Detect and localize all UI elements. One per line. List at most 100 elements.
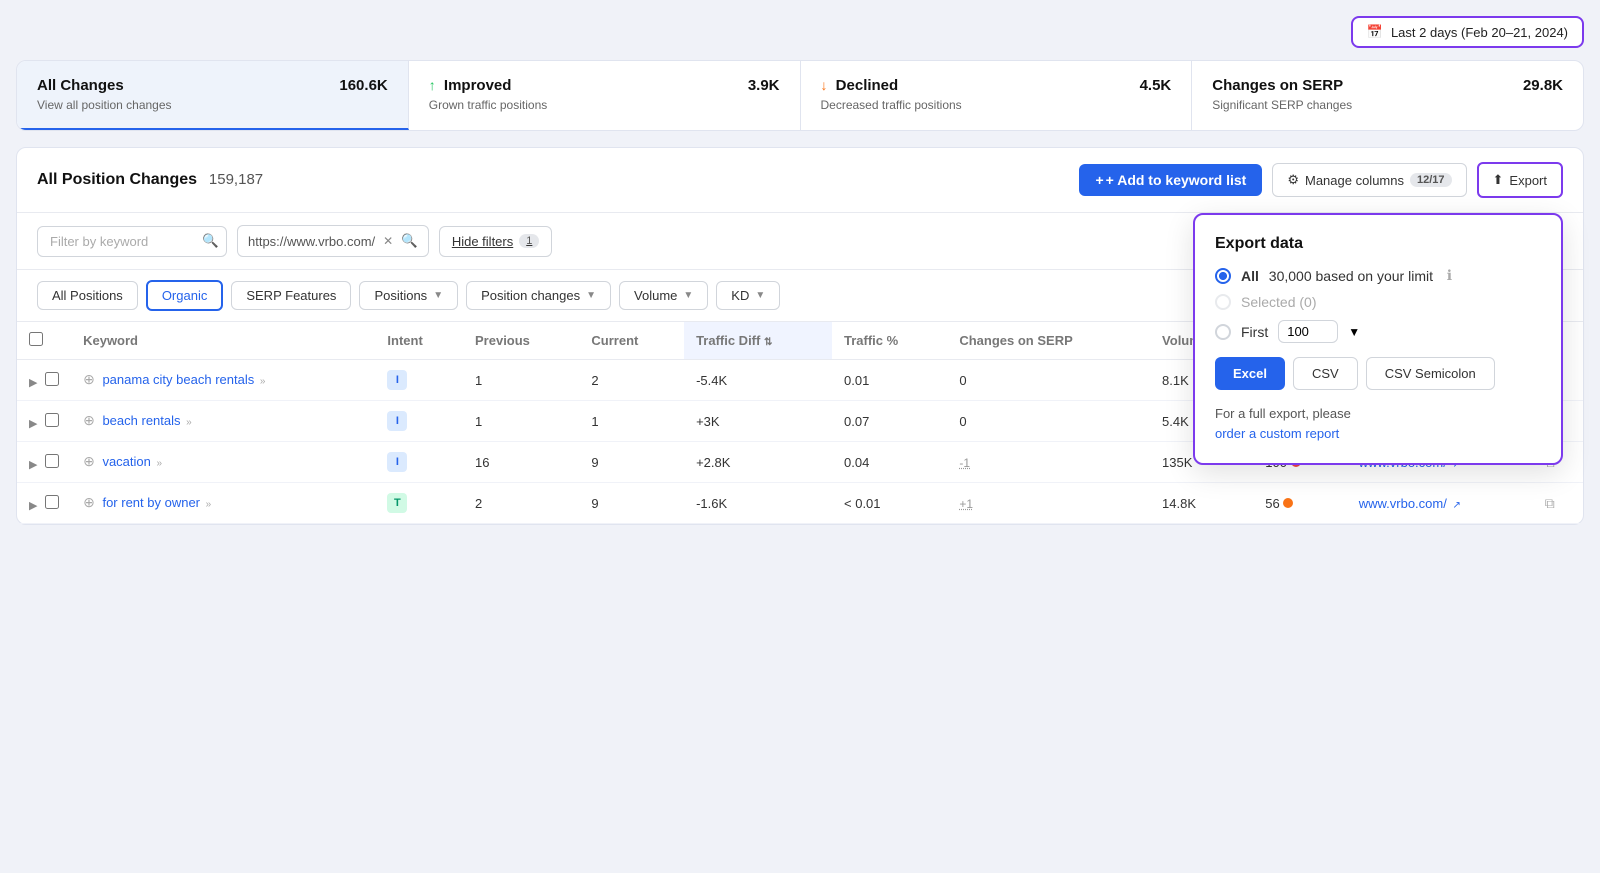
- pill-all-positions[interactable]: All Positions: [37, 281, 138, 310]
- col-keyword: Keyword: [71, 322, 375, 360]
- serp-change-value: -1: [959, 456, 970, 470]
- card-improved-sub: Grown traffic positions: [429, 98, 780, 112]
- export-csv-button[interactable]: CSV: [1293, 357, 1358, 390]
- col-intent: Intent: [375, 322, 463, 360]
- url-link[interactable]: www.vrbo.com/: [1359, 496, 1447, 511]
- card-serp-changes[interactable]: Changes on SERP 29.8K Significant SERP c…: [1192, 61, 1583, 130]
- header-actions: + + Add to keyword list ⚙ Manage columns…: [1079, 162, 1563, 198]
- intent-cell: I: [375, 401, 463, 442]
- add-keyword-icon[interactable]: ⊕: [83, 412, 95, 428]
- add-keyword-icon[interactable]: ⊕: [83, 453, 95, 469]
- screenshot-icon[interactable]: ⧉: [1545, 495, 1555, 511]
- row-expand-button[interactable]: ▶: [29, 417, 37, 430]
- url-filter: https://www.vrbo.com/ ✕ 🔍: [237, 225, 429, 257]
- export-first-count-input[interactable]: [1278, 320, 1338, 343]
- manage-columns-button[interactable]: ⚙ Manage columns 12/17: [1272, 163, 1466, 197]
- keyword-filter-input[interactable]: [37, 226, 227, 257]
- export-button[interactable]: ⬆ Export: [1477, 162, 1563, 198]
- hide-filters-button[interactable]: Hide filters 1: [439, 226, 553, 257]
- row-checkbox[interactable]: [45, 372, 59, 386]
- keyword-link[interactable]: for rent by owner: [102, 495, 200, 510]
- keyword-link[interactable]: panama city beach rentals: [102, 372, 254, 387]
- keyword-cell: ⊕ for rent by owner »: [71, 483, 375, 524]
- intent-badge: T: [387, 493, 407, 513]
- row-expand-button[interactable]: ▶: [29, 376, 37, 389]
- pill-organic[interactable]: Organic: [146, 280, 224, 311]
- current-cell: 2: [579, 360, 684, 401]
- traffic-pct-cell: 0.07: [832, 401, 947, 442]
- filter-count: 1: [519, 234, 539, 248]
- current-cell: 9: [579, 442, 684, 483]
- traffic-diff-cell: +2.8K: [684, 442, 832, 483]
- card-serp-title: Changes on SERP: [1212, 77, 1343, 94]
- current-cell: 1: [579, 401, 684, 442]
- pill-volume-dropdown[interactable]: Volume ▼: [619, 281, 708, 310]
- pill-serp-features[interactable]: SERP Features: [231, 281, 351, 310]
- row-expand-button[interactable]: ▶: [29, 458, 37, 471]
- serp-changes-cell: +1: [947, 483, 1150, 524]
- keyword-link[interactable]: vacation: [102, 454, 150, 469]
- export-first-label: First: [1241, 324, 1268, 340]
- first-count-dropdown-icon[interactable]: ▼: [1348, 325, 1360, 339]
- export-icon: ⬆: [1493, 172, 1504, 188]
- custom-report-link[interactable]: order a custom report: [1215, 426, 1339, 441]
- keyword-arrow-icon: »: [260, 376, 266, 387]
- keyword-search-button[interactable]: 🔍: [202, 233, 219, 249]
- row-checkbox[interactable]: [45, 495, 59, 509]
- export-excel-button[interactable]: Excel: [1215, 357, 1285, 390]
- export-csv-semicolon-button[interactable]: CSV Semicolon: [1366, 357, 1495, 390]
- export-all-radio[interactable]: [1215, 268, 1231, 284]
- card-declined-count: 4.5K: [1140, 77, 1172, 94]
- keyword-filter-wrap: 🔍: [37, 226, 227, 257]
- traffic-pct-cell: < 0.01: [832, 483, 947, 524]
- intent-cell: I: [375, 360, 463, 401]
- summary-cards: All Changes 160.6K View all position cha…: [16, 60, 1584, 131]
- card-improved[interactable]: ↑ Improved 3.9K Grown traffic positions: [409, 61, 801, 130]
- add-keyword-button[interactable]: + + Add to keyword list: [1079, 164, 1262, 196]
- export-format-buttons: Excel CSV CSV Semicolon: [1215, 357, 1541, 390]
- chevron-down-icon: ▼: [755, 290, 765, 301]
- gear-icon: ⚙: [1287, 172, 1299, 188]
- col-traffic-diff[interactable]: Traffic Diff ⇅: [684, 322, 832, 360]
- row-expand-button[interactable]: ▶: [29, 499, 37, 512]
- export-selected-label: Selected (0): [1241, 294, 1316, 310]
- export-selected-radio[interactable]: [1215, 294, 1231, 310]
- export-note: For a full export, please order a custom…: [1215, 404, 1541, 443]
- serp-changes-cell: 0: [947, 401, 1150, 442]
- chevron-down-icon: ▼: [683, 290, 693, 301]
- intent-badge: I: [387, 370, 407, 390]
- add-keyword-icon[interactable]: ⊕: [83, 371, 95, 387]
- panel-title-wrap: All Position Changes 159,187: [37, 171, 263, 189]
- date-range-badge[interactable]: 📅 Last 2 days (Feb 20–21, 2024): [1351, 16, 1584, 48]
- export-option-all: All 30,000 based on your limit ℹ: [1215, 267, 1541, 284]
- pill-kd-dropdown[interactable]: KD ▼: [716, 281, 780, 310]
- card-declined-sub: Decreased traffic positions: [821, 98, 1172, 112]
- select-all-checkbox[interactable]: [29, 332, 43, 346]
- export-option-first: First ▼: [1215, 320, 1541, 343]
- card-serp-count: 29.8K: [1523, 77, 1563, 94]
- current-cell: 9: [579, 483, 684, 524]
- export-first-radio[interactable]: [1215, 324, 1231, 340]
- keyword-cell: ⊕ beach rentals »: [71, 401, 375, 442]
- traffic-pct-cell: 0.01: [832, 360, 947, 401]
- url-search-button[interactable]: 🔍: [401, 233, 418, 249]
- serp-changes-cell: 0: [947, 360, 1150, 401]
- card-serp-sub: Significant SERP changes: [1212, 98, 1563, 112]
- card-declined[interactable]: ↓ Declined 4.5K Decreased traffic positi…: [801, 61, 1193, 130]
- traffic-diff-cell: -1.6K: [684, 483, 832, 524]
- row-checkbox[interactable]: [45, 454, 59, 468]
- add-keyword-icon[interactable]: ⊕: [83, 494, 95, 510]
- row-checkbox[interactable]: [45, 413, 59, 427]
- pill-position-changes-dropdown[interactable]: Position changes ▼: [466, 281, 611, 310]
- url-filter-clear-button[interactable]: ✕: [383, 234, 393, 248]
- intent-badge: I: [387, 452, 407, 472]
- pill-positions-dropdown[interactable]: Positions ▼: [359, 281, 458, 310]
- card-all-changes[interactable]: All Changes 160.6K View all position cha…: [17, 61, 409, 130]
- keyword-link[interactable]: beach rentals: [102, 413, 180, 428]
- panel-count: 159,187: [209, 171, 263, 188]
- export-dropdown: Export data All 30,000 based on your lim…: [1193, 213, 1563, 465]
- card-improved-title: ↑ Improved: [429, 77, 512, 94]
- col-current: Current: [579, 322, 684, 360]
- keyword-arrow-icon: »: [157, 458, 163, 469]
- previous-cell: 1: [463, 401, 579, 442]
